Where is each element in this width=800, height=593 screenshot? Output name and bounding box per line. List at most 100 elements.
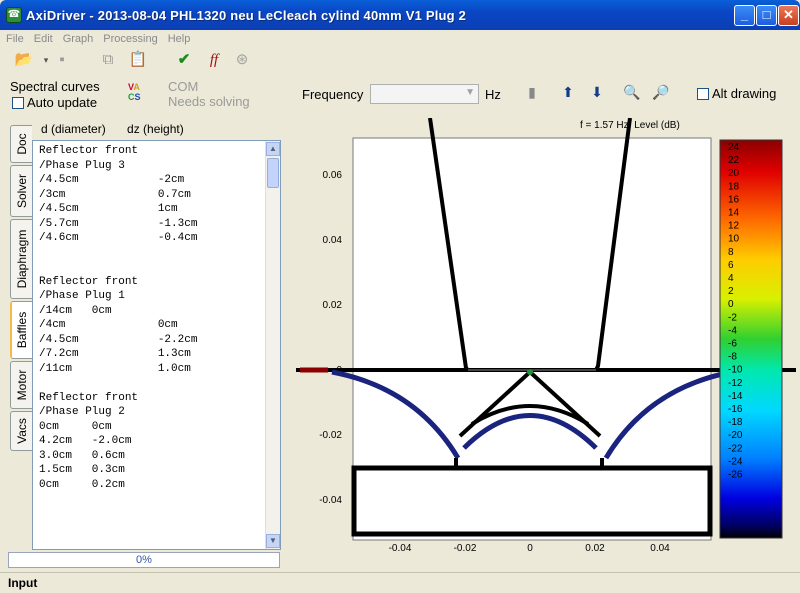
- menu-graph[interactable]: Graph: [63, 33, 94, 45]
- scroll-up-icon[interactable]: ▲: [266, 142, 280, 156]
- menu-edit[interactable]: Edit: [34, 33, 53, 45]
- tab-motor[interactable]: Motor: [10, 361, 32, 409]
- colorbar-tick: -6: [728, 339, 737, 350]
- colorbar-tick: 8: [728, 247, 734, 258]
- colorbar-tick: -8: [728, 352, 737, 363]
- colorbar-tick: 22: [728, 155, 740, 166]
- colorbar-tick: 16: [728, 194, 740, 205]
- colorbar-tick: -2: [728, 312, 737, 323]
- colorbar-tick: 18: [728, 181, 740, 192]
- colorbar-tick: 10: [728, 234, 740, 245]
- colorbar-tick: 2: [728, 286, 734, 297]
- tab-diaphragm-label: Diaphragm: [14, 229, 29, 289]
- zoom-in-icon[interactable]: 🔍: [623, 83, 641, 101]
- colorbar-tick: 20: [728, 168, 740, 179]
- status-label: Input: [8, 576, 38, 590]
- export-icon[interactable]: ▮: [523, 83, 541, 101]
- colorbar-tick: 6: [728, 260, 734, 271]
- arrow-up-icon[interactable]: ⬆: [559, 83, 577, 101]
- y-tick: 0.02: [323, 300, 343, 311]
- panel-column-headers: d (diameter) dz (height): [41, 122, 281, 136]
- tab-doc[interactable]: Doc: [10, 125, 32, 163]
- progress-label: 0%: [136, 554, 152, 566]
- colorbar-tick: -26: [728, 470, 743, 481]
- close-button[interactable]: ✕: [778, 5, 799, 26]
- vacs-logo-icon: VA CS: [128, 82, 141, 102]
- menu-processing[interactable]: Processing: [103, 33, 157, 45]
- tab-baffles[interactable]: Baffles: [10, 301, 32, 359]
- arrow-down-icon[interactable]: ⬇: [588, 83, 606, 101]
- menu-file[interactable]: File: [6, 33, 24, 45]
- vertical-scrollbar[interactable]: ▲ ▼: [265, 141, 280, 549]
- scroll-thumb[interactable]: [267, 158, 279, 188]
- tab-diaphragm[interactable]: Diaphragm: [10, 219, 32, 299]
- colorbar-tick: 14: [728, 208, 740, 219]
- solve-check-icon[interactable]: ✔: [174, 50, 194, 70]
- colorbar-tick: -4: [728, 325, 737, 336]
- plot-svg[interactable]: f = 1.57 Hz, Level (dB) 0.06 0.04 0.02 0…: [296, 117, 800, 570]
- checkbox-box[interactable]: [12, 96, 24, 109]
- chevron-down-icon[interactable]: ▼: [465, 87, 475, 98]
- editor-content[interactable]: Reflector front /Phase Plug 3 /4.5cm -2c…: [39, 144, 197, 492]
- frequency-select[interactable]: ▼: [370, 84, 479, 104]
- minimize-button[interactable]: _: [734, 5, 755, 26]
- colorbar-tick: 12: [728, 221, 740, 232]
- tab-vacs-label: Vacs: [14, 418, 29, 444]
- copy-icon[interactable]: ⧉: [98, 50, 118, 70]
- colorbar-tick: -14: [728, 391, 743, 402]
- needs-solving-label: Needs solving: [168, 94, 250, 109]
- colorbar-tick: -12: [728, 378, 743, 389]
- colorbar-tick: 4: [728, 273, 734, 284]
- scroll-down-icon[interactable]: ▼: [266, 534, 280, 548]
- tab-solver-label: Solver: [14, 173, 29, 209]
- open-folder-icon[interactable]: 📂: [14, 50, 34, 70]
- colorbar-tick: -24: [728, 456, 743, 467]
- y-axis-ticks: 0.06 0.04 0.02 0 -0.02 -0.04: [319, 170, 342, 506]
- y-tick: -0.02: [319, 430, 342, 441]
- apex-point: [527, 369, 533, 375]
- tab-vacs[interactable]: Vacs: [10, 411, 32, 451]
- com-status: COM Needs solving: [168, 79, 250, 109]
- height-header: dz (height): [127, 122, 184, 136]
- app-icon: ☎: [6, 7, 22, 23]
- zoom-out-icon[interactable]: 🔎: [652, 83, 670, 101]
- controls-row: Spectral curves Auto update VA CS COM Nee…: [0, 76, 800, 116]
- tab-baffles-label: Baffles: [15, 311, 29, 349]
- function-icon[interactable]: ff: [204, 50, 224, 70]
- title-bar: ☎ AxiDriver - 2013-08-04 PHL1320 neu LeC…: [0, 0, 800, 30]
- paste-icon[interactable]: 📋: [128, 50, 148, 70]
- checkbox-box[interactable]: [697, 87, 709, 100]
- alt-drawing-checkbox[interactable]: Alt drawing: [697, 86, 776, 101]
- tab-doc-label: Doc: [14, 133, 29, 155]
- tab-solver[interactable]: Solver: [10, 165, 32, 217]
- menu-bar: File Edit Graph Processing Help: [0, 30, 800, 48]
- com-label: COM: [168, 79, 199, 94]
- x-tick: -0.02: [454, 543, 477, 554]
- maximize-button[interactable]: □: [756, 5, 777, 26]
- stop-icon[interactable]: ⊛: [232, 50, 252, 70]
- y-tick: -0.04: [319, 495, 342, 506]
- x-tick: 0.02: [585, 543, 605, 554]
- tab-motor-label: Motor: [14, 369, 29, 401]
- x-tick: 0: [527, 543, 533, 554]
- colorbar-tick: -10: [728, 365, 743, 376]
- window-title: AxiDriver - 2013-08-04 PHL1320 neu LeCle…: [26, 7, 467, 23]
- y-tick: 0.06: [323, 170, 343, 181]
- colorbar-tick: 24: [728, 142, 740, 153]
- alt-drawing-label: Alt drawing: [712, 86, 777, 101]
- progress-bar: 0%: [8, 552, 280, 568]
- frequency-label: Frequency: [302, 87, 364, 102]
- hz-label: Hz: [485, 87, 501, 102]
- colorbar-tick: -20: [728, 430, 743, 441]
- auto-update-label: Auto update: [27, 95, 98, 110]
- menu-help[interactable]: Help: [168, 33, 191, 45]
- diameter-header: d (diameter): [41, 122, 106, 136]
- colorbar-tick: 0: [728, 299, 734, 310]
- baffle-text-editor[interactable]: Reflector front /Phase Plug 3 /4.5cm -2c…: [32, 140, 281, 550]
- plot-area[interactable]: f = 1.57 Hz, Level (dB) 0.06 0.04 0.02 0…: [296, 117, 800, 570]
- plot-frame: [352, 137, 712, 541]
- auto-update-checkbox[interactable]: Auto update: [12, 95, 97, 110]
- x-tick: 0.04: [650, 543, 670, 554]
- toolbar: 📂 ▾ ▪ ⧉ 📋 ✔ ff ⊛: [0, 48, 800, 72]
- save-icon[interactable]: ▪: [52, 50, 72, 70]
